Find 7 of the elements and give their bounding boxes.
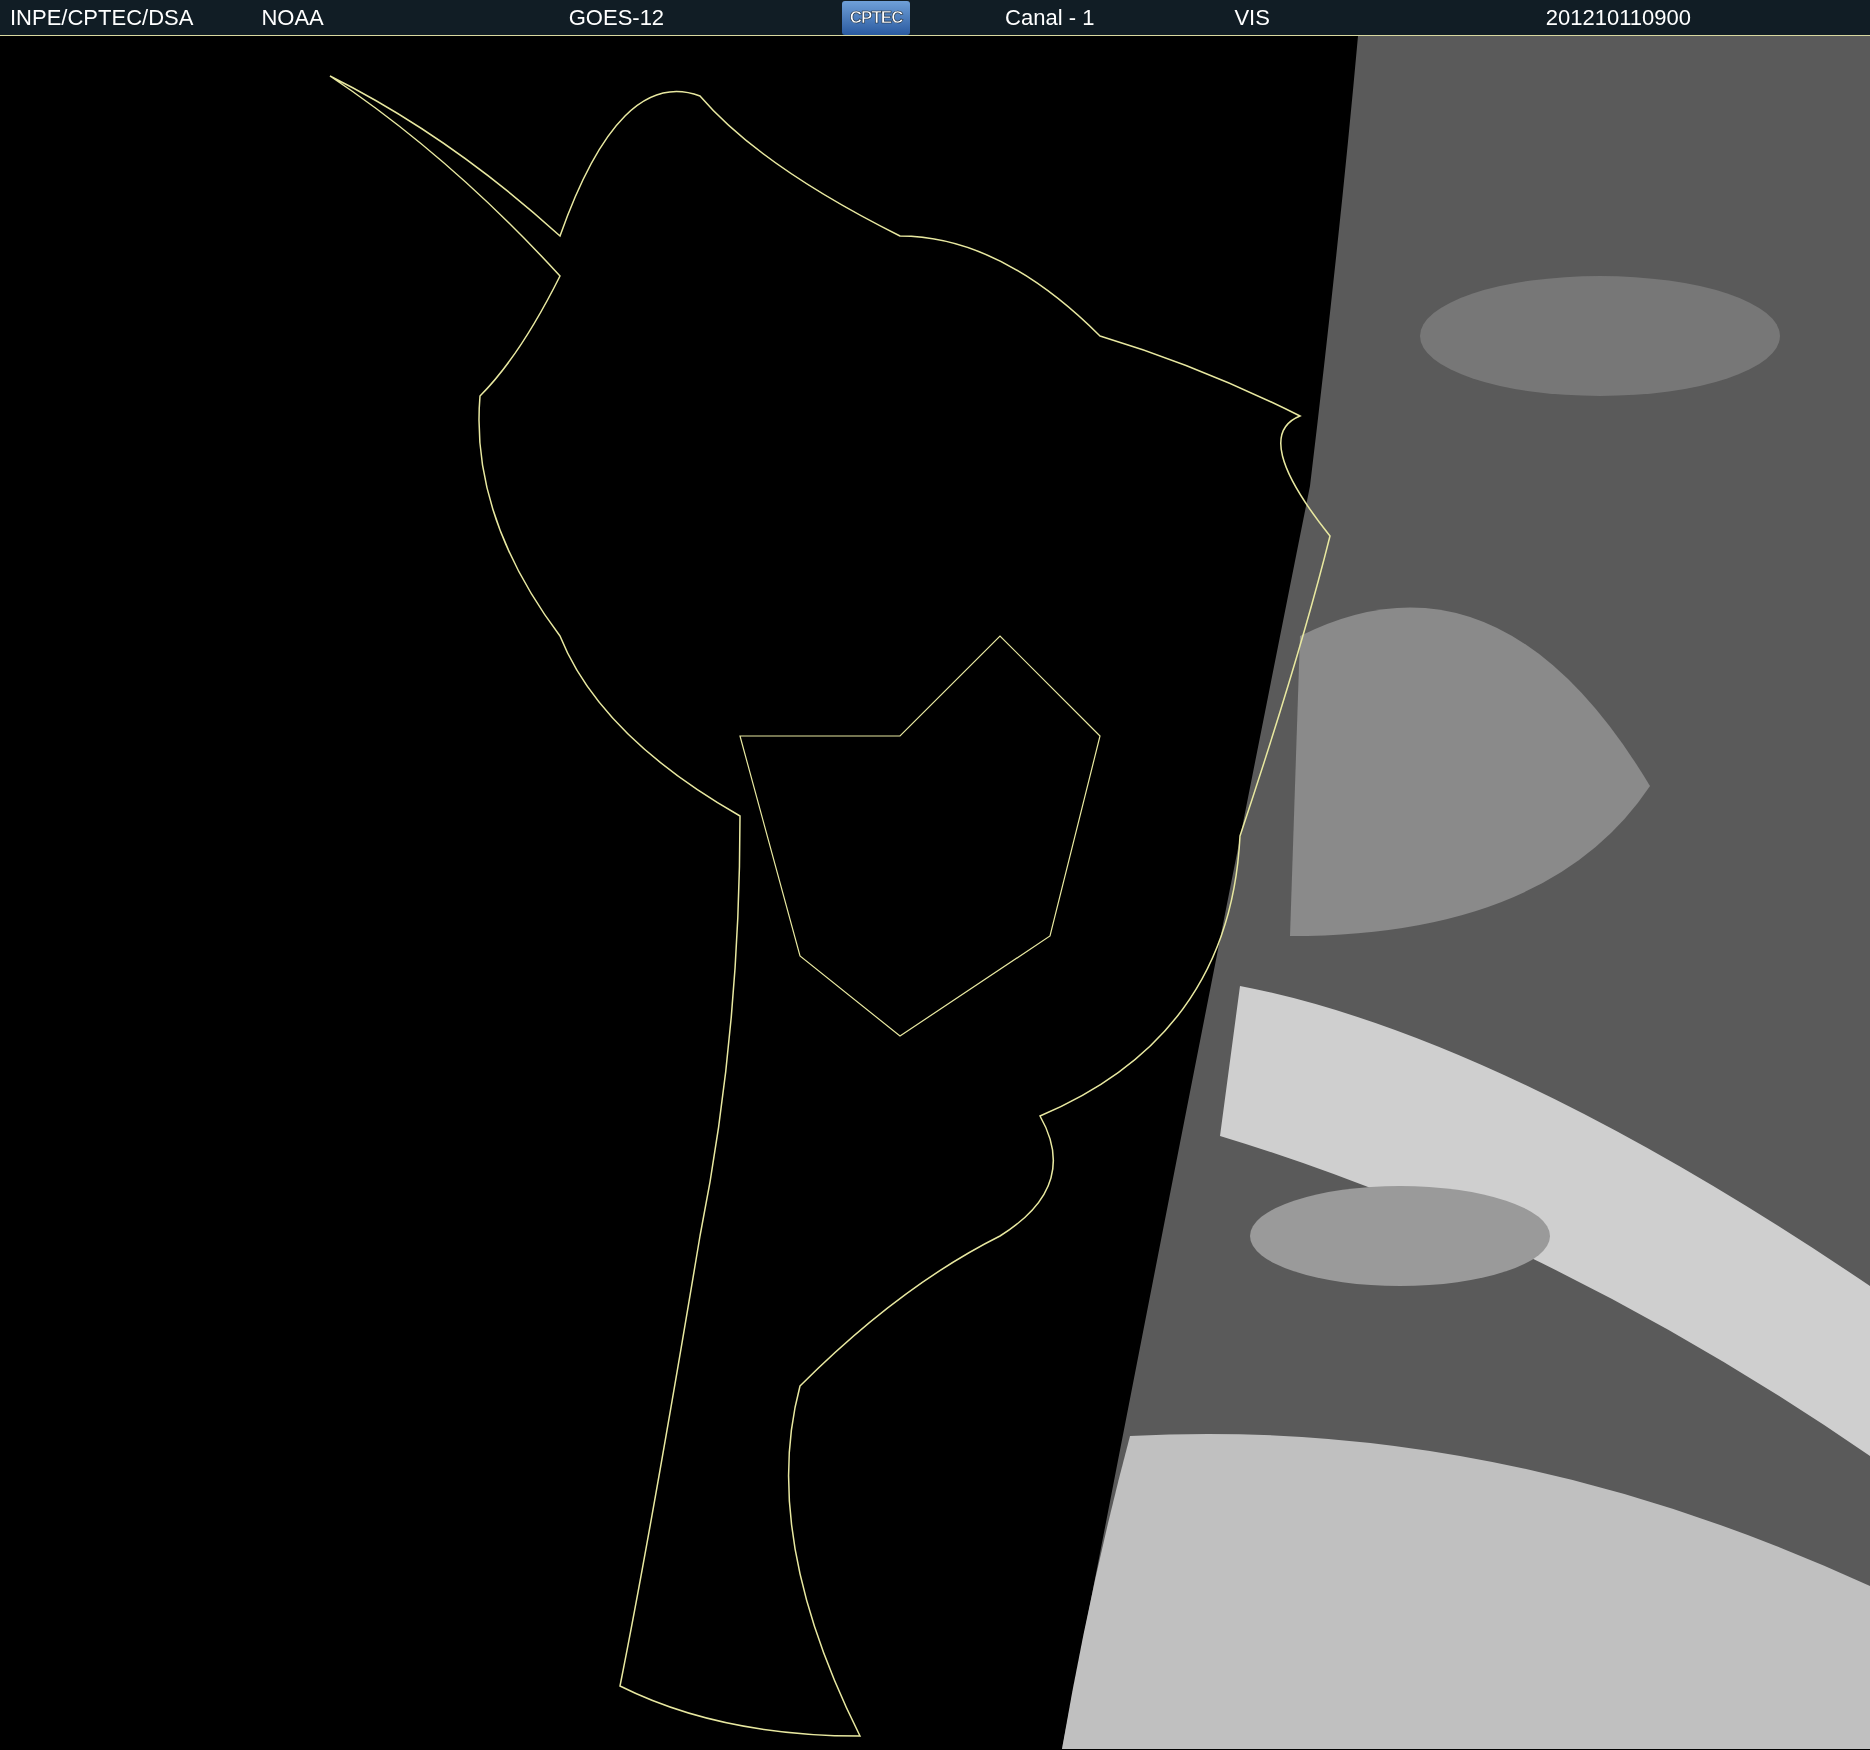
agency-label: NOAA <box>261 4 324 32</box>
satellite-label: GOES-12 <box>568 4 665 32</box>
logo: CPTEC <box>842 0 911 35</box>
band-label: VIS <box>1234 4 1270 32</box>
channel-label: Canal - 1 <box>1005 4 1095 32</box>
source-label: INPE/CPTEC/DSA <box>10 4 194 32</box>
timestamp-label: 201210110900 <box>1545 4 1692 32</box>
